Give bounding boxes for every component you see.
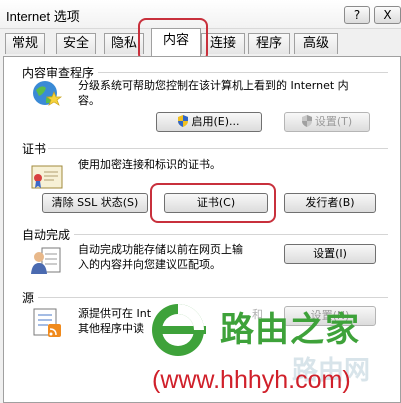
tab-advanced[interactable]: 高级 bbox=[294, 33, 338, 54]
content-advisor-desc-line2: 容。 bbox=[78, 94, 100, 107]
feeds-divider bbox=[38, 297, 388, 298]
certificates-title: 证书 bbox=[22, 142, 47, 156]
autocomplete-user-form-icon bbox=[31, 247, 61, 274]
content-advisor-settings-label: 设置(T) bbox=[314, 115, 353, 128]
publishers-button[interactable]: 发行者(B) bbox=[284, 193, 376, 213]
enable-content-advisor-button[interactable]: 启用(E)... bbox=[156, 112, 262, 132]
watermark-url: (www.hhhyh.com) bbox=[152, 366, 351, 394]
content-advisor-desc-line1: 分级系统可帮助您控制在该计算机上看到的 Internet 内 bbox=[78, 79, 349, 92]
uac-shield-icon bbox=[301, 115, 312, 127]
feeds-rss-icon bbox=[33, 308, 61, 337]
content-advisor-divider bbox=[98, 72, 388, 73]
autocomplete-settings-button[interactable]: 设置(I) bbox=[284, 244, 376, 264]
autocomplete-divider bbox=[74, 234, 388, 235]
autocomplete-desc-line1: 自动完成功能存储以前在网页上输 bbox=[78, 243, 243, 256]
autocomplete-desc-line2: 入的内容并向您建议匹配项。 bbox=[78, 258, 221, 271]
autocomplete-title: 自动完成 bbox=[22, 228, 71, 242]
content-advisor-settings-button[interactable]: 设置(T) bbox=[284, 112, 370, 132]
certificates-button-highlight bbox=[150, 183, 276, 223]
tab-security[interactable]: 安全 bbox=[56, 33, 96, 54]
globe-star-icon bbox=[33, 81, 63, 106]
tab-content[interactable]: 内容 bbox=[151, 28, 201, 56]
watermark-brand: 路由之家 bbox=[220, 310, 360, 350]
certificates-desc: 使用加密连接和标识的证书。 bbox=[78, 158, 221, 171]
certificate-icon bbox=[31, 165, 63, 189]
tab-strip: 常规 安全 隐私 内容 连接 程序 高级 bbox=[0, 28, 401, 58]
enable-button-label: 启用(E)... bbox=[191, 115, 240, 128]
close-button[interactable]: X bbox=[374, 6, 401, 24]
certificates-divider bbox=[48, 148, 388, 149]
feeds-desc-line1: 源提供可在 Int bbox=[78, 307, 152, 320]
tab-programs[interactable]: 程序 bbox=[248, 33, 290, 54]
clear-ssl-state-button[interactable]: 清除 SSL 状态(S) bbox=[42, 193, 148, 213]
uac-shield-icon bbox=[178, 115, 189, 127]
help-button[interactable]: ? bbox=[344, 6, 370, 24]
tab-general[interactable]: 常规 bbox=[5, 33, 45, 54]
feeds-title: 源 bbox=[22, 291, 35, 305]
routerhome-logo-icon bbox=[152, 304, 206, 356]
feeds-desc-line2: 其他程序中读 bbox=[78, 322, 144, 335]
internet-options-window: Internet 选项 ? X 常规 安全 隐私 内容 连接 程序 高级 内容审… bbox=[0, 0, 401, 403]
window-title: Internet 选项 bbox=[6, 9, 80, 24]
